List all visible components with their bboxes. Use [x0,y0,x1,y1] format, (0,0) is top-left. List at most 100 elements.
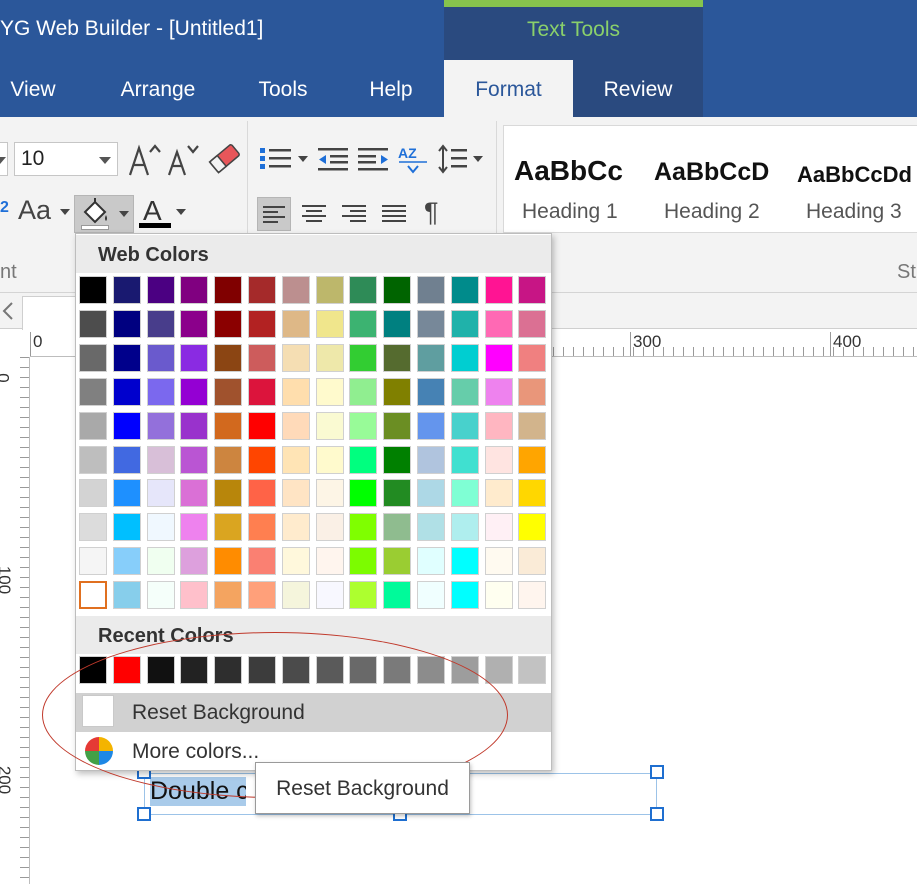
color-swatch[interactable] [383,343,412,372]
color-swatch[interactable] [315,513,344,542]
color-swatch[interactable] [214,479,243,508]
color-swatch[interactable] [248,513,276,542]
color-swatch[interactable] [112,513,141,542]
color-swatch[interactable] [417,309,445,338]
color-swatch[interactable] [112,377,141,406]
color-swatch[interactable] [214,547,243,576]
color-swatch[interactable] [146,309,175,338]
align-center-button[interactable] [297,197,331,231]
color-swatch[interactable] [248,547,276,576]
color-swatch[interactable] [383,309,412,338]
canvas-textbox-text[interactable]: Double click to edit [150,777,246,806]
color-swatch[interactable] [315,547,344,576]
tab-tools[interactable]: Tools [238,60,328,117]
color-swatch[interactable] [417,547,445,576]
color-swatch[interactable] [180,445,209,474]
color-swatch[interactable] [180,377,209,406]
document-tab[interactable] [22,296,82,330]
color-swatch[interactable] [146,513,175,542]
color-swatch[interactable] [248,479,276,508]
color-swatch[interactable] [417,343,445,372]
color-swatch[interactable] [518,513,547,542]
color-swatch[interactable] [281,343,310,372]
color-swatch[interactable] [417,581,445,610]
color-swatch[interactable] [79,309,107,338]
recent-color-swatch[interactable] [112,656,141,684]
color-swatch[interactable] [417,513,445,542]
color-swatch[interactable] [180,309,209,338]
tab-arrange[interactable]: Arrange [100,60,216,117]
color-swatch[interactable] [248,377,276,406]
color-swatch[interactable] [112,547,141,576]
tab-help[interactable]: Help [350,60,432,117]
color-swatch[interactable] [450,276,479,304]
color-swatch[interactable] [79,445,107,474]
color-swatch[interactable] [214,513,243,542]
color-swatch[interactable] [180,513,209,542]
color-swatch[interactable] [281,309,310,338]
color-swatch[interactable] [349,581,378,610]
color-swatch[interactable] [383,411,412,440]
color-swatch[interactable] [518,309,547,338]
color-swatch[interactable] [79,411,107,440]
increase-indent-icon[interactable] [358,146,390,177]
color-swatch[interactable] [315,276,344,304]
color-swatch[interactable] [214,581,243,610]
color-swatch[interactable] [349,276,378,304]
recent-color-swatch[interactable] [248,656,276,684]
style-heading-3-sample[interactable]: AaBbCcDd [797,162,912,188]
color-swatch[interactable] [79,513,107,542]
color-swatch[interactable] [417,411,445,440]
recent-color-swatch[interactable] [450,656,479,684]
color-swatch[interactable] [248,581,276,610]
color-swatch[interactable] [79,547,107,576]
color-swatch[interactable] [281,377,310,406]
color-swatch[interactable] [484,276,513,304]
color-swatch[interactable] [518,581,547,610]
color-swatch[interactable] [349,411,378,440]
superscript-icon[interactable]: 2 [0,200,9,216]
color-swatch[interactable] [450,343,479,372]
color-swatch[interactable] [518,411,547,440]
color-swatch[interactable] [180,276,209,304]
color-swatch[interactable] [450,309,479,338]
color-swatch[interactable] [112,581,141,610]
color-swatch[interactable] [383,276,412,304]
color-swatch[interactable] [248,411,276,440]
color-swatch[interactable] [417,479,445,508]
color-swatch[interactable] [349,343,378,372]
color-swatch[interactable] [484,377,513,406]
color-swatch[interactable] [484,411,513,440]
color-swatch[interactable] [518,377,547,406]
color-swatch[interactable] [349,309,378,338]
color-swatch[interactable] [214,411,243,440]
color-swatch[interactable] [180,411,209,440]
color-swatch[interactable] [112,445,141,474]
color-swatch[interactable] [248,309,276,338]
color-swatch[interactable] [484,479,513,508]
color-swatch[interactable] [146,445,175,474]
color-swatch[interactable] [417,377,445,406]
recent-color-swatch[interactable] [484,656,513,684]
color-swatch[interactable] [383,513,412,542]
shrink-font-icon[interactable] [167,142,201,182]
color-swatch[interactable] [484,513,513,542]
color-swatch[interactable] [315,343,344,372]
color-swatch[interactable] [315,377,344,406]
color-swatch[interactable] [349,513,378,542]
color-swatch[interactable] [214,445,243,474]
font-size-combo[interactable]: 10 [14,142,118,176]
color-swatch[interactable] [450,479,479,508]
color-swatch[interactable] [315,581,344,610]
color-swatch[interactable] [214,276,243,304]
clear-formatting-icon[interactable] [205,141,243,181]
sort-icon[interactable]: AZ [398,144,430,179]
reset-background-item[interactable]: Reset Background [76,693,551,732]
color-swatch[interactable] [146,343,175,372]
color-swatch[interactable] [518,547,547,576]
recent-color-swatch[interactable] [417,656,445,684]
color-swatch[interactable] [146,479,175,508]
color-swatch[interactable] [146,581,175,610]
color-swatch[interactable] [383,377,412,406]
align-left-button[interactable] [257,197,291,231]
